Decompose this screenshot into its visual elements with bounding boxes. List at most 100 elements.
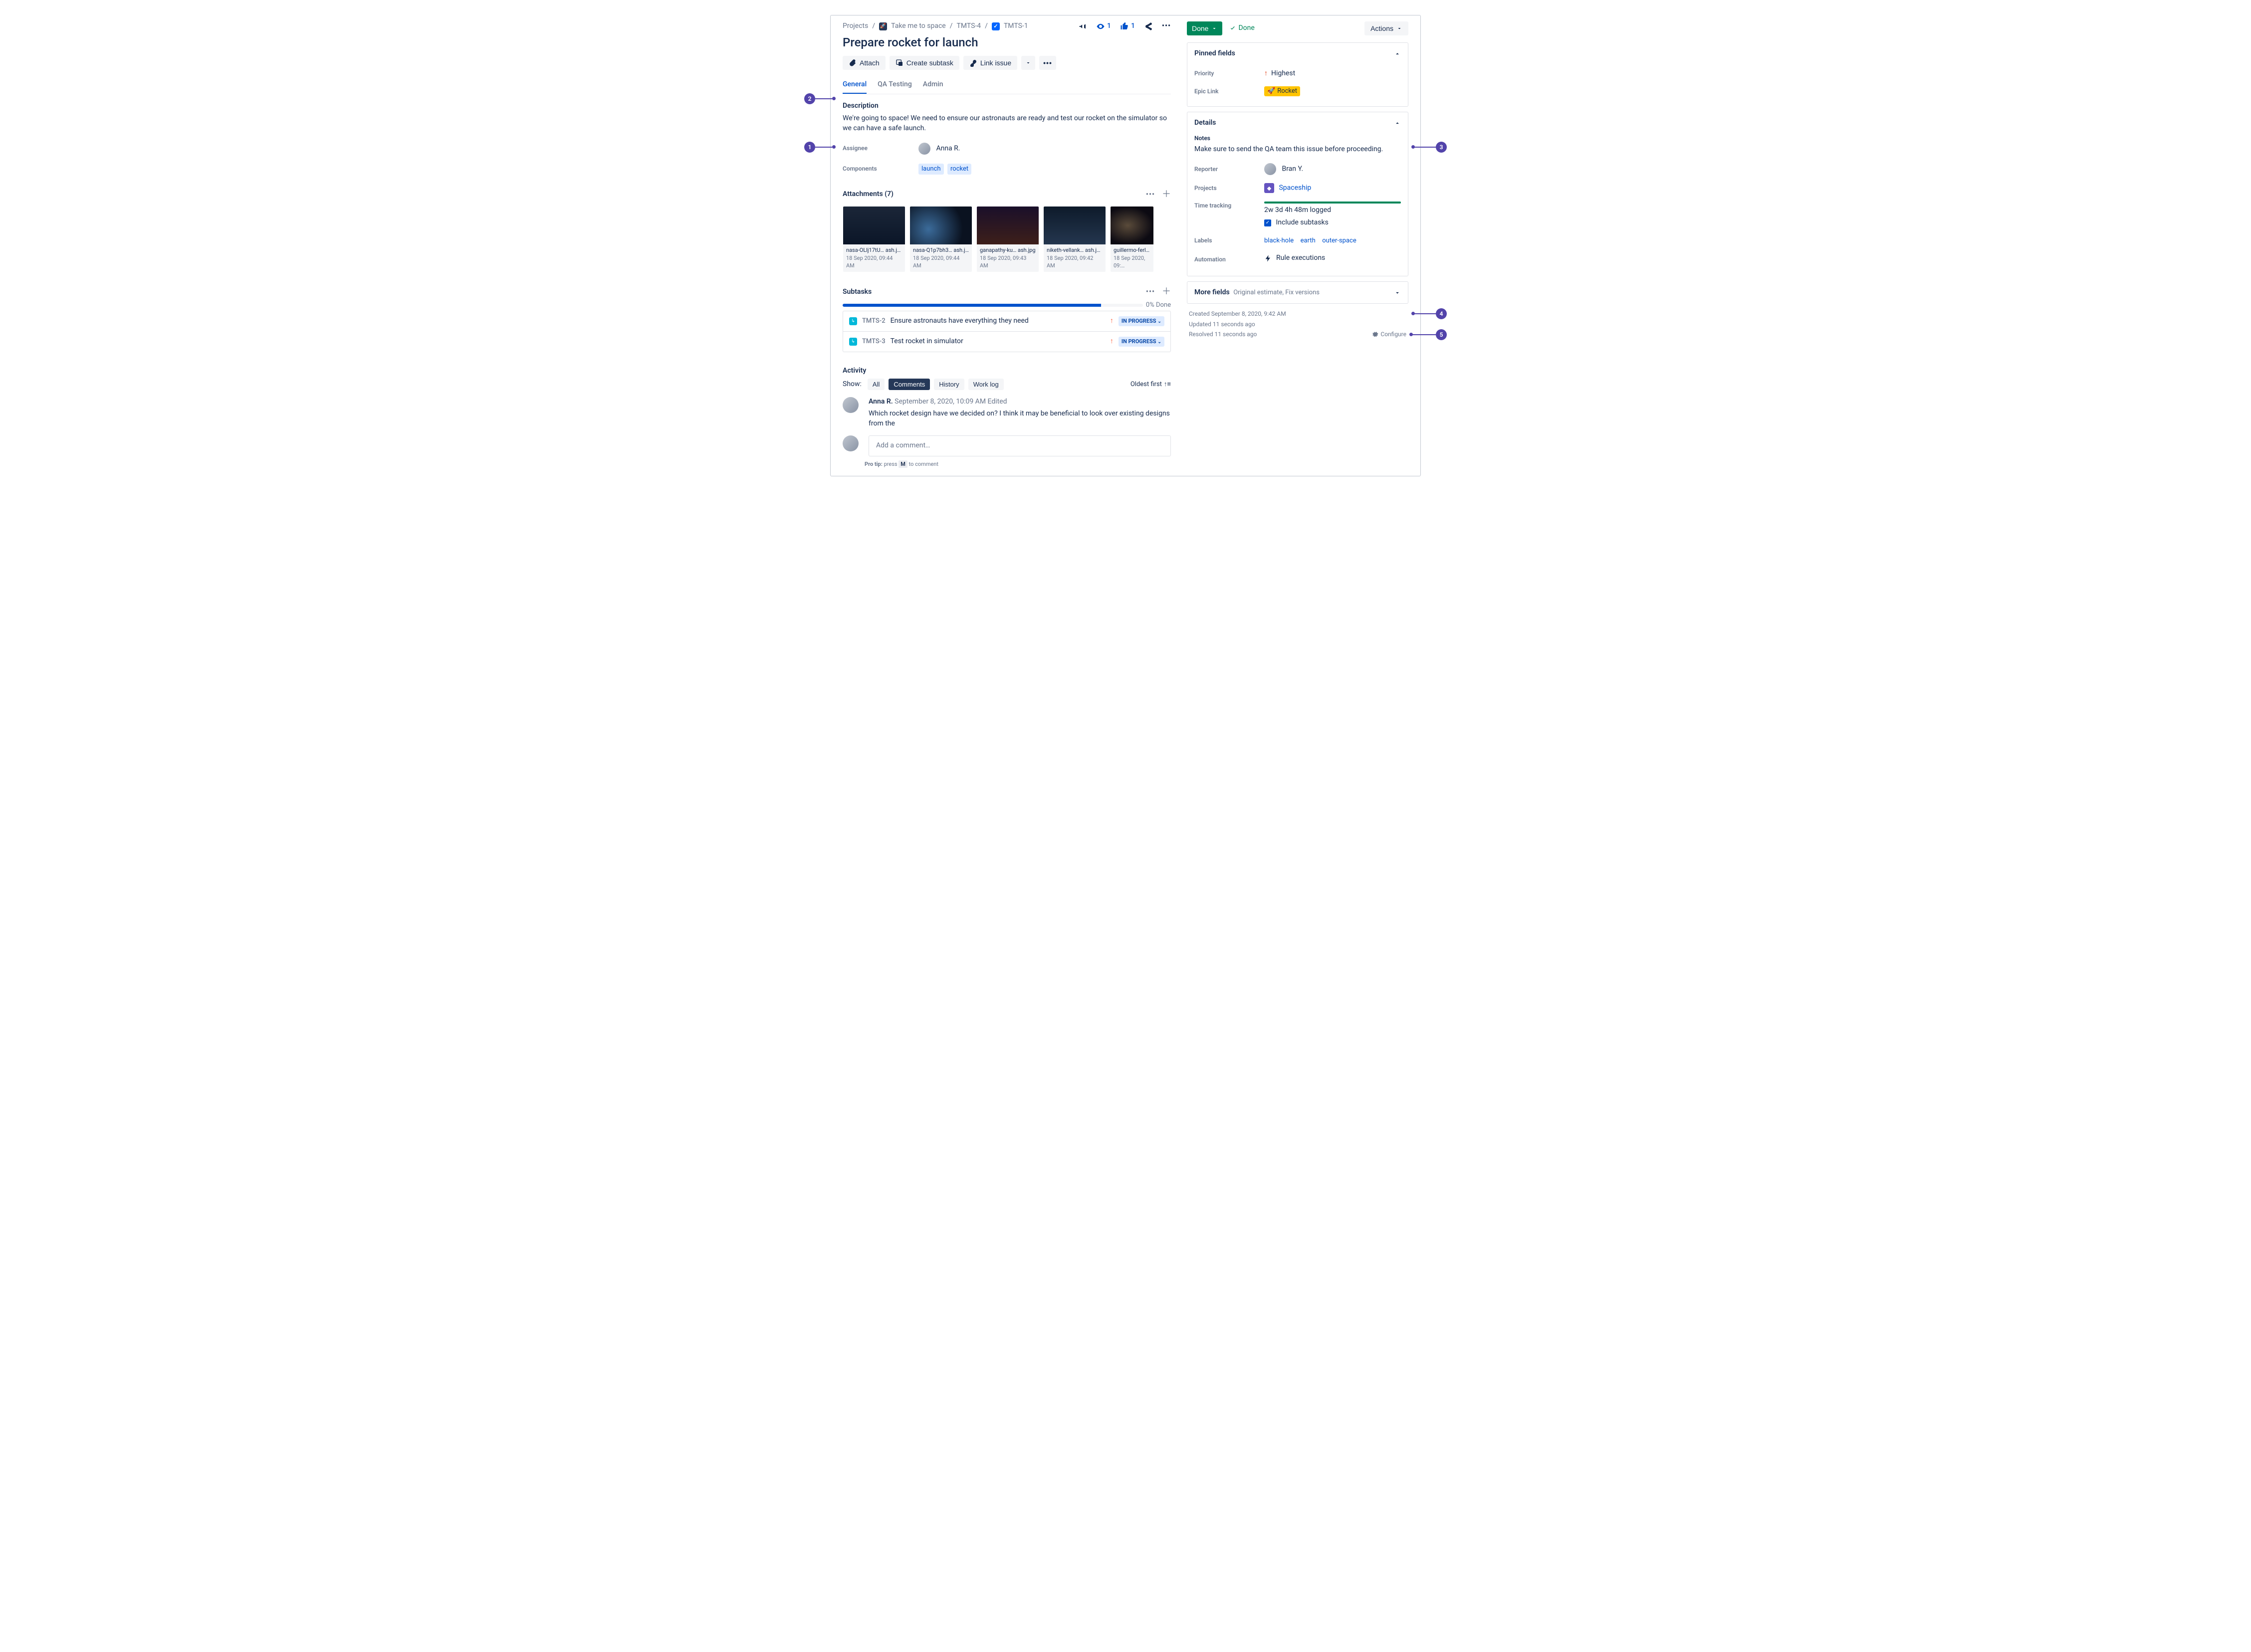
attachments-heading: Attachments (7)	[843, 190, 894, 200]
callout-5: 5	[1436, 329, 1447, 340]
issue-title[interactable]: Prepare rocket for launch	[843, 34, 1171, 51]
attachments-more-button[interactable]: •••	[1146, 191, 1155, 198]
paperclip-icon	[849, 59, 857, 67]
include-subtasks-checkbox[interactable]: ✓	[1264, 219, 1271, 226]
notes-body[interactable]: Make sure to send the QA team this issue…	[1194, 145, 1401, 155]
actions-dropdown[interactable]: Actions	[1364, 21, 1408, 35]
breadcrumb-projects[interactable]: Projects	[843, 21, 868, 31]
attachment-card[interactable]: ganapathy-ku… ash.jpg18 Sep 2020, 09:43 …	[976, 206, 1039, 272]
subtask-icon	[896, 59, 903, 67]
link-issue-button[interactable]: Link issue	[963, 56, 1017, 70]
megaphone-icon	[1078, 22, 1087, 31]
issue-tabs: General QA Testing Admin	[843, 77, 1171, 94]
add-comment-input[interactable]: Add a comment…	[869, 435, 1171, 456]
details-header[interactable]: Details	[1187, 112, 1408, 134]
reporter-value[interactable]: Bran Y.	[1264, 163, 1401, 175]
subtask-row[interactable]: ↳ TMTS-3 Test rocket in simulator ↑ IN P…	[843, 331, 1170, 352]
projects-value[interactable]: ◆ Spaceship	[1264, 183, 1401, 193]
assignee-value[interactable]: Anna R.	[918, 143, 960, 155]
activity-filter-worklog[interactable]: Work log	[968, 379, 1004, 390]
description-heading: Description	[843, 101, 1171, 111]
label-chip[interactable]: black-hole	[1264, 236, 1294, 245]
status-dropdown[interactable]: Done	[1187, 21, 1222, 35]
subtasks-done-pct: 0% Done	[1146, 301, 1171, 310]
check-icon	[1229, 25, 1236, 32]
tab-qa-testing[interactable]: QA Testing	[878, 77, 912, 94]
issue-view: Projects / 🚀 Take me to space / TMTS-4 /…	[830, 15, 1421, 476]
time-tracking-label: Time tracking	[1194, 202, 1264, 210]
breadcrumb-issue-key[interactable]: TMTS-1	[1004, 21, 1028, 31]
tab-admin[interactable]: Admin	[923, 77, 943, 94]
attach-button[interactable]: Attach	[843, 56, 886, 70]
create-subtask-button[interactable]: Create subtask	[890, 56, 959, 70]
label-chip[interactable]: earth	[1301, 236, 1316, 245]
subtask-type-icon: ↳	[849, 317, 857, 325]
resolution-indicator: Done	[1229, 23, 1254, 33]
attachment-card[interactable]: niketh-vellank… ash.jpg18 Sep 2020, 09:4…	[1043, 206, 1106, 272]
resolved-timestamp: Resolved 11 seconds ago	[1189, 329, 1286, 339]
activity-filter-all[interactable]: All	[868, 379, 885, 390]
updated-timestamp: Updated 11 seconds ago	[1189, 319, 1286, 329]
component-chip[interactable]: launch	[918, 164, 944, 175]
avatar	[918, 143, 930, 155]
components-value[interactable]: launch rocket	[918, 164, 973, 175]
attachment-card[interactable]: guillermo-ferl… a…18 Sep 2020, 09:…	[1110, 206, 1154, 272]
automation-value[interactable]: Rule executions	[1264, 253, 1401, 265]
chevron-up-icon	[1394, 120, 1401, 127]
subtasks-add-button[interactable]: ＋	[1162, 287, 1171, 296]
more-fields-header[interactable]: More fields Original estimate, Fix versi…	[1187, 282, 1408, 304]
issue-content-column: Projects / 🚀 Take me to space / TMTS-4 /…	[843, 21, 1171, 468]
chevron-up-icon	[1394, 50, 1401, 57]
callout-4: 4	[1436, 308, 1447, 319]
time-tracking-value[interactable]: 2w 3d 4h 48m logged ✓ Include subtasks	[1264, 202, 1401, 228]
toolbar-more-button[interactable]: •••	[1039, 56, 1056, 70]
comment-author[interactable]: Anna R.	[869, 398, 893, 406]
breadcrumb-parent[interactable]: TMTS-4	[957, 21, 981, 31]
tab-general[interactable]: General	[843, 77, 867, 94]
priority-highest-icon: ↑	[1264, 69, 1268, 77]
labels-value[interactable]: black-hole earth outer-space	[1264, 236, 1401, 246]
give-feedback-button[interactable]	[1078, 22, 1087, 31]
attachment-card[interactable]: nasa-OLlj17tU… ash.jpg18 Sep 2020, 09:44…	[843, 206, 905, 272]
issue-type-icon: ✓	[992, 22, 1000, 30]
status-badge[interactable]: IN PROGRESS ⌄	[1119, 316, 1164, 326]
notes-heading: Notes	[1194, 134, 1401, 143]
activity-filter-history[interactable]: History	[934, 379, 964, 390]
comment: Anna R. September 8, 2020, 10:09 AM Edit…	[843, 397, 1171, 428]
comment-timestamp: September 8, 2020, 10:09 AM	[895, 398, 986, 406]
component-chip[interactable]: rocket	[947, 164, 971, 175]
attachments-add-button[interactable]: ＋	[1162, 190, 1171, 199]
project-icon: ◆	[1264, 183, 1274, 193]
epic-link-value[interactable]: 🚀Rocket	[1264, 86, 1401, 96]
priority-value[interactable]: ↑ Highest	[1264, 69, 1401, 79]
avatar	[1264, 163, 1276, 175]
callout-2: 2	[804, 93, 815, 104]
status-badge[interactable]: IN PROGRESS ⌄	[1119, 337, 1164, 347]
chevron-down-icon	[1394, 289, 1401, 296]
attachment-card[interactable]: nasa-Q1p7bh3… ash.jpg18 Sep 2020, 09:44 …	[909, 206, 972, 272]
activity-sort-button[interactable]: Oldest first ↑≡	[1130, 380, 1171, 389]
callout-3: 3	[1436, 142, 1447, 153]
lightning-icon	[1264, 254, 1272, 262]
more-fields-panel: More fields Original estimate, Fix versi…	[1187, 281, 1408, 304]
sort-icon: ↑≡	[1164, 380, 1171, 389]
description-body[interactable]: We're going to space! We need to ensure …	[843, 114, 1171, 133]
link-icon	[969, 59, 977, 67]
more-actions-button[interactable]: •••	[1162, 21, 1171, 31]
time-tracking-bar	[1264, 202, 1401, 204]
epic-link-label: Epic Link	[1194, 87, 1264, 96]
components-label: Components	[843, 165, 918, 173]
pinned-fields-header[interactable]: Pinned fields	[1187, 43, 1408, 65]
watchers-button[interactable]: 1	[1096, 21, 1111, 31]
activity-filter-comments[interactable]: Comments	[889, 379, 930, 390]
link-issue-dropdown[interactable]	[1021, 56, 1035, 70]
configure-button[interactable]: Configure	[1371, 329, 1406, 339]
subtask-row[interactable]: ↳ TMTS-2 Ensure astronauts have everythi…	[843, 311, 1170, 331]
label-chip[interactable]: outer-space	[1322, 236, 1356, 245]
gear-icon	[1371, 331, 1378, 338]
comment-edited-flag: Edited	[988, 398, 1007, 406]
subtasks-more-button[interactable]: •••	[1146, 288, 1155, 295]
breadcrumb-project-name[interactable]: Take me to space	[891, 21, 946, 31]
share-button[interactable]	[1144, 22, 1153, 31]
vote-button[interactable]: 1	[1120, 21, 1135, 31]
